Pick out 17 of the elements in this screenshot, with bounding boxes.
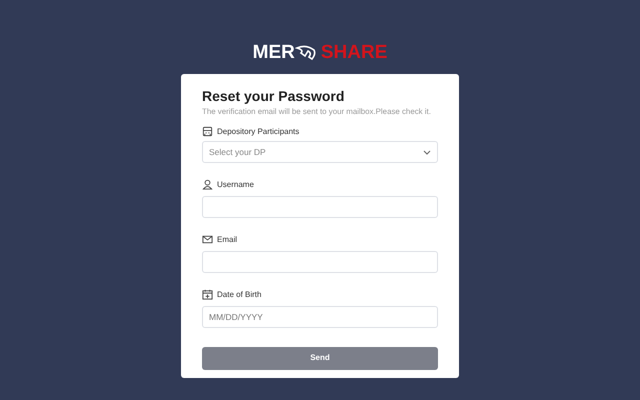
calendar-icon (202, 289, 213, 300)
field-label: Username (217, 180, 254, 190)
chevron-down-icon (423, 150, 431, 154)
dp-select[interactable]: Select your DP (202, 141, 438, 163)
form-title: Reset your Password (202, 88, 346, 105)
input-field[interactable]: MM/DD/YYYY (202, 306, 438, 328)
field-label: Date of Birth (217, 290, 262, 300)
user-icon (202, 179, 213, 190)
logo-text: SHARE (320, 42, 388, 64)
mail-icon (202, 234, 213, 245)
bird-icon (294, 44, 317, 62)
logo-text: MER (252, 42, 295, 64)
input-field[interactable] (202, 196, 438, 218)
building-icon (202, 126, 213, 137)
field-label: Email (217, 234, 238, 244)
input-field[interactable] (202, 251, 438, 273)
field-label: Depository Participants (217, 126, 300, 136)
